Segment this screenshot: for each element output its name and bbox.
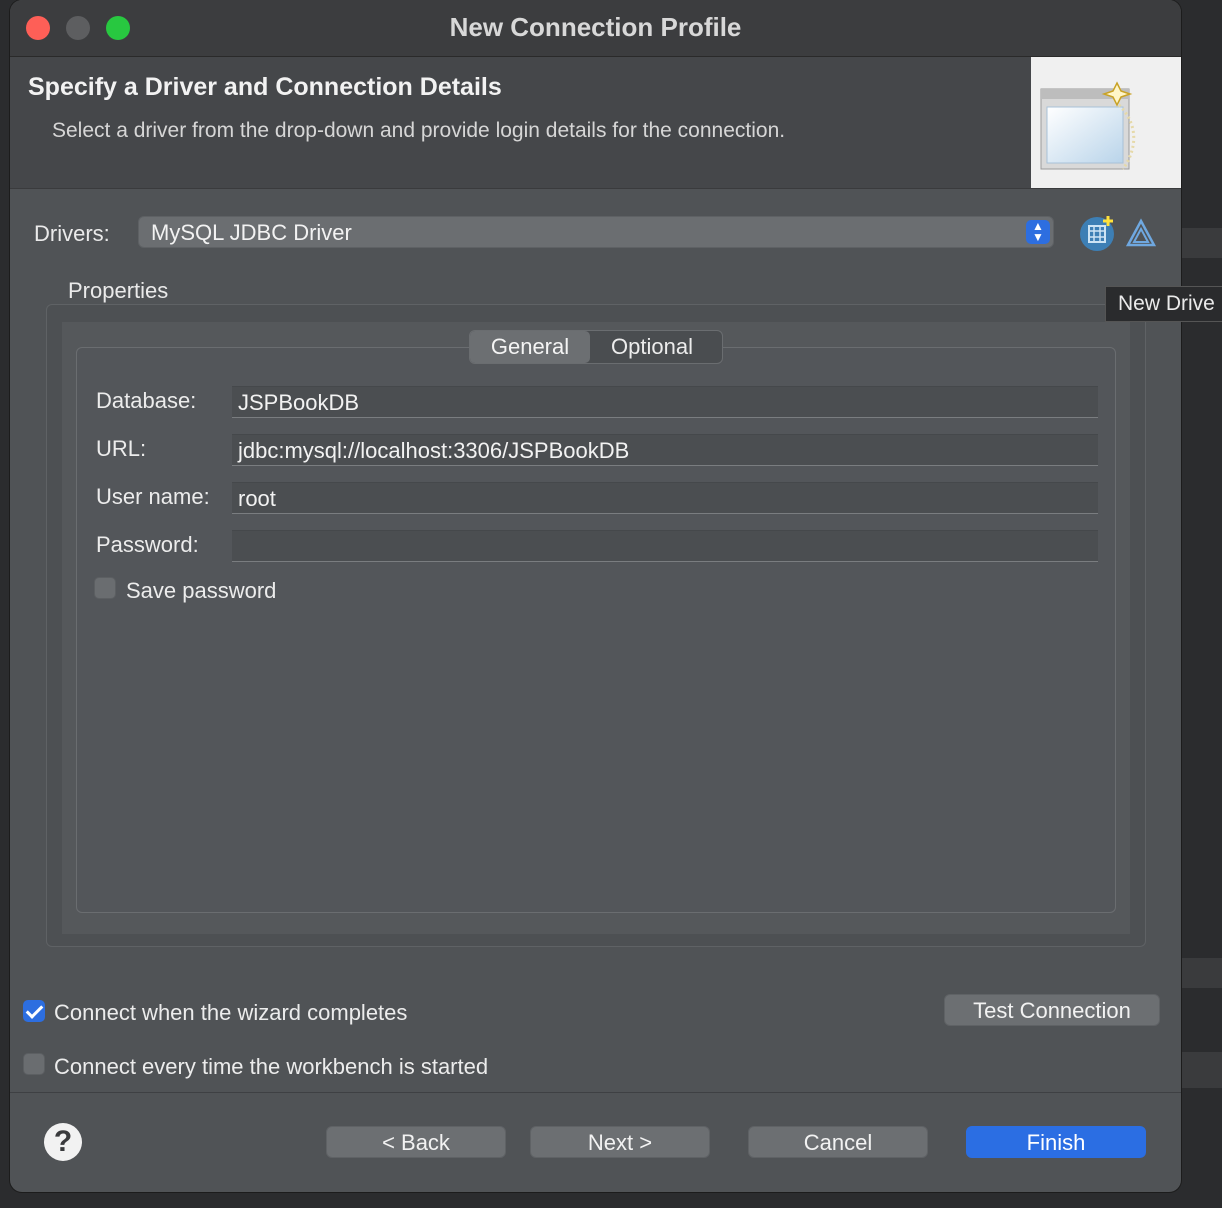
wizard-header: Specify a Driver and Connection Details …: [10, 57, 1181, 189]
properties-label: Properties: [68, 278, 169, 303]
finish-button[interactable]: Finish: [966, 1126, 1146, 1158]
back-button[interactable]: < Back: [326, 1126, 506, 1158]
page-title: Specify a Driver and Connection Details: [28, 73, 502, 101]
username-value: root: [238, 486, 276, 511]
new-driver-definition-icon[interactable]: [1078, 212, 1118, 252]
help-icon[interactable]: ?: [44, 1123, 82, 1161]
page-description: Select a driver from the drop-down and p…: [52, 119, 786, 142]
edit-driver-definition-icon[interactable]: [1125, 218, 1157, 248]
database-value: JSPBookDB: [238, 390, 360, 415]
wizard-banner-image: [1031, 57, 1181, 188]
password-label: Password:: [96, 532, 199, 557]
tab-panel-general: [76, 347, 1116, 913]
updown-chevron-icon: ▲ ▼: [1026, 220, 1050, 244]
background-strip: [1181, 1052, 1222, 1088]
test-connection-button[interactable]: Test Connection: [944, 994, 1160, 1026]
background-strip: [1181, 958, 1222, 988]
username-field[interactable]: root: [232, 482, 1098, 514]
database-label: Database:: [96, 388, 197, 413]
properties-tabs: General Optional: [469, 330, 723, 364]
url-value: jdbc:mysql://localhost:3306/JSPBookDB: [238, 438, 630, 463]
save-password-checkbox[interactable]: [94, 577, 116, 599]
database-field[interactable]: JSPBookDB: [232, 386, 1098, 418]
tab-general[interactable]: General: [470, 331, 590, 363]
new-driver-tooltip: New Drive: [1105, 286, 1222, 322]
drivers-select[interactable]: MySQL JDBC Driver ▲ ▼: [138, 216, 1054, 248]
tab-optional[interactable]: Optional: [592, 331, 712, 363]
footer-divider: [10, 1092, 1181, 1093]
window-title: New Connection Profile: [449, 12, 742, 42]
cancel-button[interactable]: Cancel: [748, 1126, 928, 1158]
password-field[interactable]: [232, 530, 1098, 562]
username-label: User name:: [96, 484, 210, 509]
title-bar: New Connection Profile: [10, 0, 1181, 57]
connect-on-startup-checkbox[interactable]: [23, 1053, 45, 1075]
drivers-label: Drivers:: [34, 221, 110, 246]
drivers-select-value: MySQL JDBC Driver: [151, 220, 352, 245]
next-button[interactable]: Next >: [530, 1126, 710, 1158]
url-field[interactable]: jdbc:mysql://localhost:3306/JSPBookDB: [232, 434, 1098, 466]
connect-on-startup-label: Connect every time the workbench is star…: [54, 1054, 489, 1079]
connect-on-finish-checkbox[interactable]: [23, 1000, 45, 1022]
background-strip: [1181, 228, 1222, 258]
url-label: URL:: [96, 436, 147, 461]
new-connection-profile-dialog: New Connection Profile Specify a Driver …: [10, 0, 1181, 1192]
save-password-label: Save password: [126, 578, 277, 603]
connect-on-finish-label: Connect when the wizard completes: [54, 1000, 408, 1025]
